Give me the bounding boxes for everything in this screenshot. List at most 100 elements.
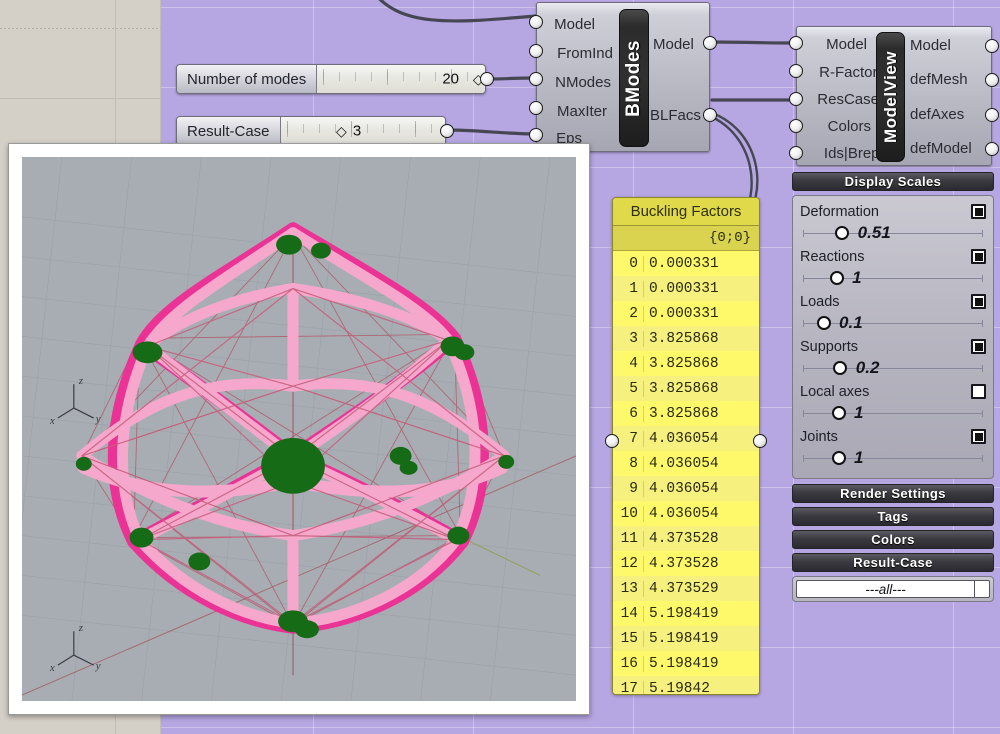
slider-value-local-axes: 1 [854,403,863,423]
slider-track [803,233,983,234]
row-value: 4.036054 [643,506,759,522]
port-bmodes-in-model[interactable] [529,15,543,29]
port-mv-in-model[interactable] [789,36,803,50]
slider-output-port-modes[interactable] [480,72,494,86]
buckling-factor-row: 145.198419 [613,601,759,626]
modelview-input-model: Model [826,37,867,52]
checkbox-joints[interactable] [971,429,986,444]
slider-knob[interactable] [832,406,846,420]
row-index: 2 [613,306,643,322]
checkbox-loads[interactable] [971,294,986,309]
axis-label-z-bottom: z [78,622,84,634]
row-index: 10 [613,506,643,522]
port-panel-out[interactable] [753,434,767,448]
slider-knob[interactable] [830,271,844,285]
port-bmodes-out-blfacs[interactable] [703,108,717,122]
row-index: 1 [613,281,643,297]
row-value: 4.036054 [643,431,759,447]
button-render-settings[interactable]: Render Settings [792,484,994,503]
buckling-factor-row: 43.825868 [613,351,759,376]
slider-value: 3 [353,124,361,139]
row-value: 3.825868 [643,331,759,347]
axis-gizmo-bottom [58,631,94,665]
result-case-dropdown[interactable]: ---all--- [792,576,994,602]
port-bmodes-in-nmodes[interactable] [529,72,543,86]
component-modelview[interactable]: Model R-Factors ResCase Colors Ids|Breps… [796,26,992,166]
port-bmodes-in-eps[interactable] [529,128,543,142]
slider-value-joints: 1 [854,448,863,468]
slider-value-reactions: 1 [852,268,861,288]
port-mv-out-defmodel[interactable] [985,142,999,156]
slider-track[interactable]: 20 ◇ [317,65,485,93]
slider-result-case[interactable]: Result-Case ◇ 3 [176,116,446,146]
rhino-viewport[interactable]: z y x z y x [8,143,590,715]
scale-item-loads: Loads 0.1 [800,291,986,334]
slider-knob[interactable] [835,226,849,240]
port-bmodes-in-fromind[interactable] [529,44,543,58]
button-colors[interactable]: Colors [792,530,994,549]
scale-item-deformation: Deformation 0.51 [800,201,986,244]
scale-label-supports: Supports [800,339,858,355]
buckling-factor-row: 20.000331 [613,301,759,326]
port-mv-in-rescase[interactable] [789,92,803,106]
component-bmodes[interactable]: Model FromInd NModes MaxIter Eps BModes … [536,2,710,152]
row-value: 3.825868 [643,381,759,397]
slider-local-axes[interactable]: 1 [800,402,986,424]
slider-track [803,368,983,369]
slider-number-of-modes[interactable]: Number of modes 20 ◇ [176,64,486,94]
display-scales-group: Deformation 0.51 Reactions 1 [792,195,994,479]
slider-knob[interactable] [832,451,846,465]
buckling-factor-row: 114.373528 [613,526,759,551]
dropdown-value[interactable]: ---all--- [796,580,974,598]
checkbox-reactions[interactable] [971,249,986,264]
port-bmodes-out-model[interactable] [703,36,717,50]
port-mv-out-defmesh[interactable] [985,73,999,87]
port-mv-in-colors[interactable] [789,119,803,133]
row-value: 4.036054 [643,456,759,472]
row-value: 5.198419 [643,606,759,622]
modelview-output-defmodel: defModel [910,141,972,156]
display-scales-header[interactable]: Display Scales [792,172,994,191]
slider-ticks-major [287,121,439,137]
row-value: 4.036054 [643,481,759,497]
slider-joints[interactable]: 1 [800,447,986,469]
dropdown-arrow-icon[interactable] [974,580,990,598]
row-index: 4 [613,356,643,372]
row-index: 12 [613,556,643,572]
checkbox-supports[interactable] [971,339,986,354]
checkbox-deformation[interactable] [971,204,986,219]
slider-loads[interactable]: 0.1 [800,312,986,334]
port-mv-out-defaxes[interactable] [985,108,999,122]
port-mv-in-rfactors[interactable] [789,64,803,78]
slider-deformation[interactable]: 0.51 [800,222,986,244]
slider-value-supports: 0.2 [856,358,880,378]
row-index: 3 [613,331,643,347]
port-mv-in-idsbreps[interactable] [789,146,803,160]
row-value: 5.198419 [643,631,759,647]
panel-data-path: {0;0} [613,226,759,251]
slider-supports[interactable]: 0.2 [800,357,986,379]
viewport-3d-scene: z y x z y x [22,157,576,701]
slider-track[interactable]: ◇ 3 [281,117,445,145]
panel-title: Buckling Factors [613,198,759,226]
modelview-title-capsule[interactable]: ModelView [876,32,905,162]
slider-reactions[interactable]: 1 [800,267,986,289]
bmodes-title-capsule[interactable]: BModes [619,9,649,147]
checkbox-local-axes[interactable] [971,384,986,399]
slider-output-port-rescase[interactable] [440,124,454,138]
buckling-factor-row: 104.036054 [613,501,759,526]
port-panel-in[interactable] [605,434,619,448]
scale-label-joints: Joints [800,429,838,445]
slider-knob[interactable] [833,361,847,375]
row-value: 0.000331 [643,306,759,322]
panel-buckling-factors[interactable]: Buckling Factors {0;0} 00.00033110.00033… [612,197,760,695]
bmodes-output-blfacs: BLFacs [650,108,701,123]
port-bmodes-in-maxiter[interactable] [529,101,543,115]
button-tags[interactable]: Tags [792,507,994,526]
slider-knob[interactable] [817,316,831,330]
slider-value-loads: 0.1 [839,313,863,333]
slider-grip[interactable]: ◇ [336,124,347,138]
button-result-case[interactable]: Result-Case [792,553,994,572]
port-mv-out-model[interactable] [985,39,999,53]
viewport-canvas[interactable]: z y x z y x [22,157,576,701]
